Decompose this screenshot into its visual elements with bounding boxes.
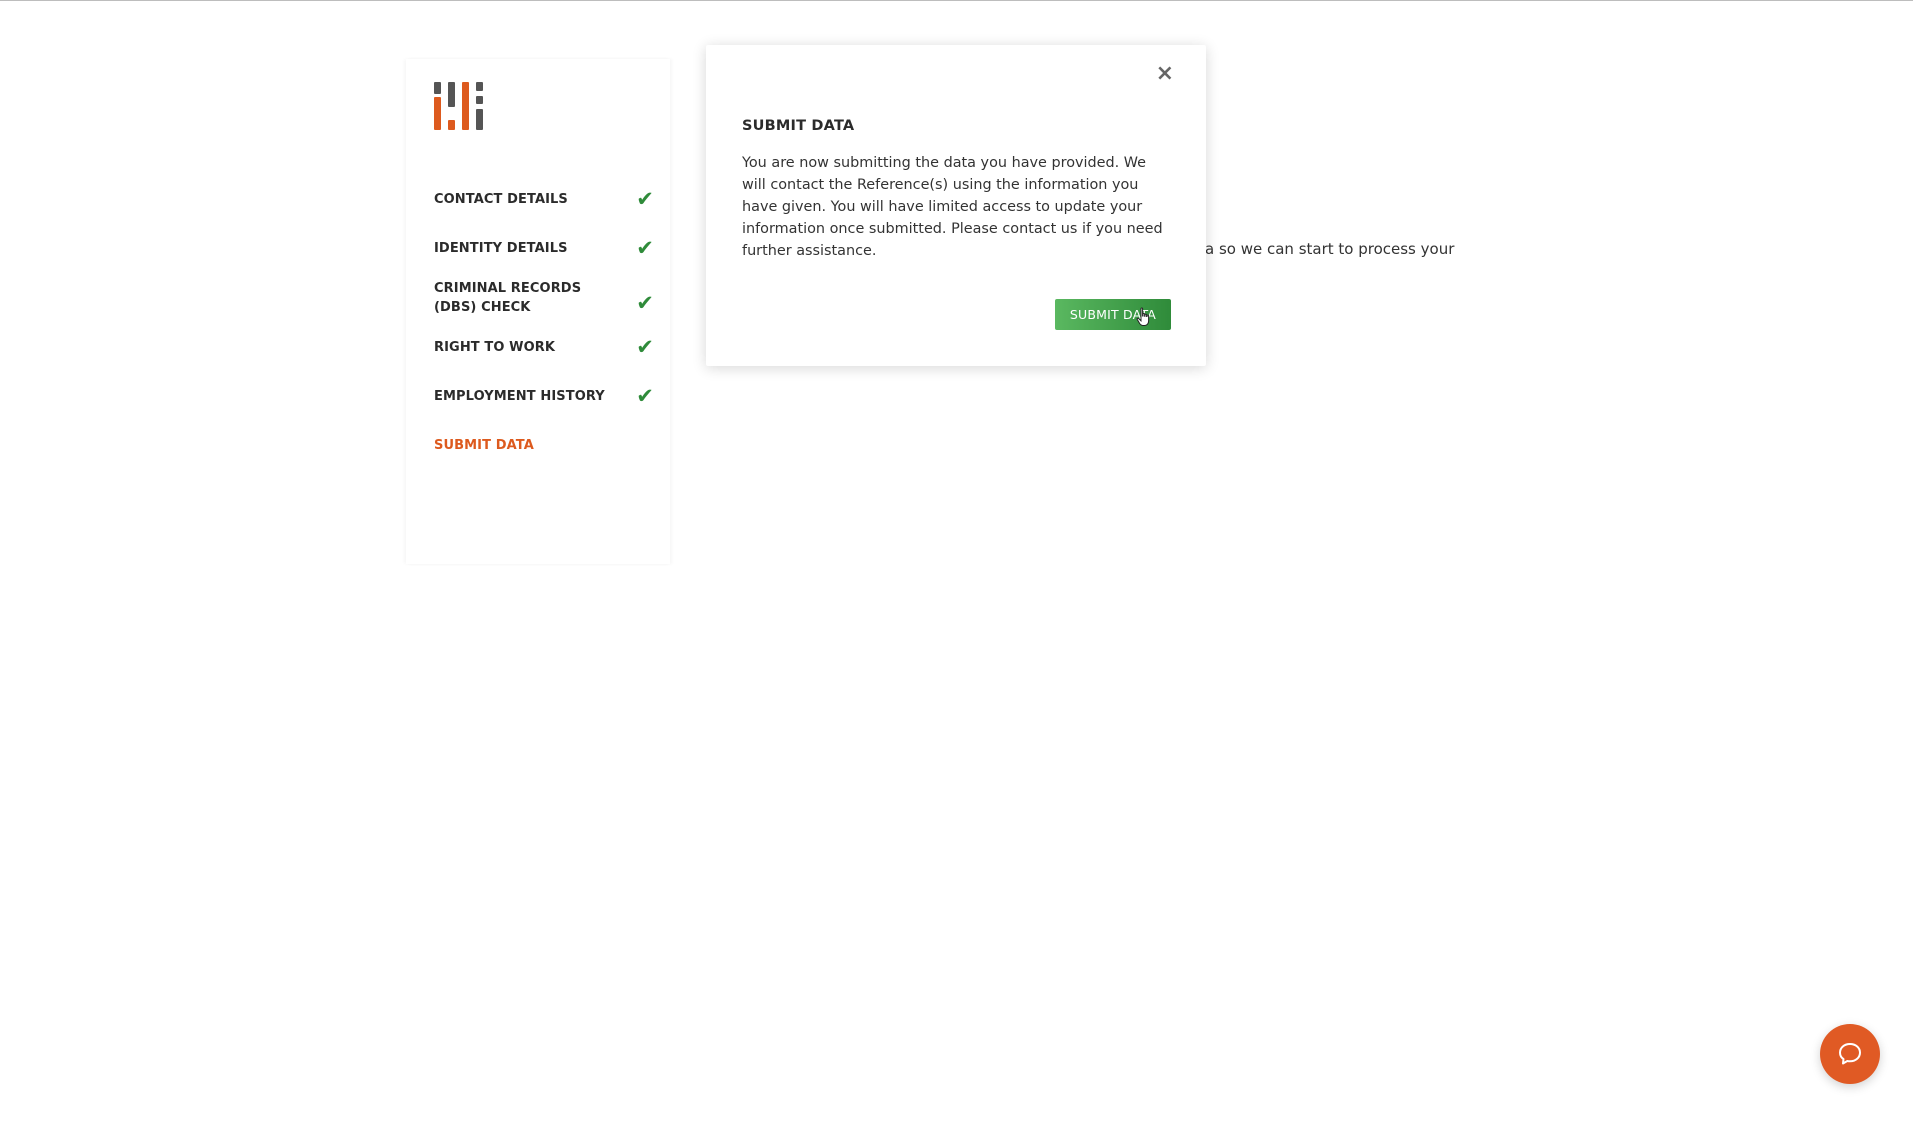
sidebar-item-criminal-records[interactable]: CRIMINAL RECORDS (DBS) CHECK ✔ — [434, 279, 654, 317]
sidebar-item-label: CRIMINAL RECORDS (DBS) CHECK — [434, 281, 582, 315]
logo-bar-4 — [448, 120, 455, 130]
sidebar-item-submit-data[interactable]: SUBMIT DATA — [434, 436, 654, 455]
chat-launcher-button[interactable] — [1820, 1024, 1880, 1084]
checkmark-icon: ✔ — [636, 290, 654, 315]
sidebar-nav: CONTACT DETAILS ✔ IDENTITY DETAILS ✔ CRI… — [434, 187, 654, 455]
close-icon[interactable]: × — [1156, 63, 1174, 85]
logo-bar-7 — [476, 96, 483, 104]
modal-title: SUBMIT DATA — [742, 118, 855, 134]
sidebar-item-label: EMPLOYMENT HISTORY — [434, 389, 605, 404]
logo-bar-3 — [448, 82, 455, 107]
bars-logo-icon — [434, 82, 484, 130]
logo-bar-6 — [476, 82, 483, 91]
sidebar-item-contact-details[interactable]: CONTACT DETAILS ✔ — [434, 187, 654, 211]
checkmark-icon: ✔ — [636, 236, 654, 260]
sidebar: CONTACT DETAILS ✔ IDENTITY DETAILS ✔ CRI… — [406, 59, 670, 564]
sidebar-item-right-to-work[interactable]: RIGHT TO WORK ✔ — [434, 335, 654, 359]
sidebar-item-identity-details[interactable]: IDENTITY DETAILS ✔ — [434, 236, 654, 260]
sidebar-item-label: SUBMIT DATA — [434, 438, 534, 453]
logo-bar-1 — [434, 82, 441, 94]
submit-data-modal: × SUBMIT DATA You are now submitting the… — [706, 45, 1206, 366]
checkmark-icon: ✔ — [636, 187, 654, 211]
modal-body-text: You are now submitting the data you have… — [742, 155, 1163, 259]
checkmark-icon: ✔ — [636, 335, 654, 359]
logo-bar-8 — [476, 109, 483, 130]
chat-bubble-icon — [1839, 1043, 1861, 1065]
page: CONTACT DETAILS ✔ IDENTITY DETAILS ✔ CRI… — [0, 0, 1913, 1122]
checkmark-icon: ✔ — [636, 384, 654, 408]
logo-bar-5 — [462, 82, 469, 130]
logo-bar-2 — [434, 97, 441, 130]
sidebar-item-label: IDENTITY DETAILS — [434, 241, 568, 256]
submit-data-button[interactable]: SUBMIT DATA — [1055, 299, 1171, 330]
background-intro-text: a so we can start to process your — [1205, 240, 1455, 258]
hand-cursor-icon — [1136, 307, 1152, 332]
sidebar-item-label: RIGHT TO WORK — [434, 340, 556, 355]
sidebar-item-label: CONTACT DETAILS — [434, 192, 568, 207]
sidebar-item-employment-history[interactable]: EMPLOYMENT HISTORY ✔ — [434, 384, 654, 408]
